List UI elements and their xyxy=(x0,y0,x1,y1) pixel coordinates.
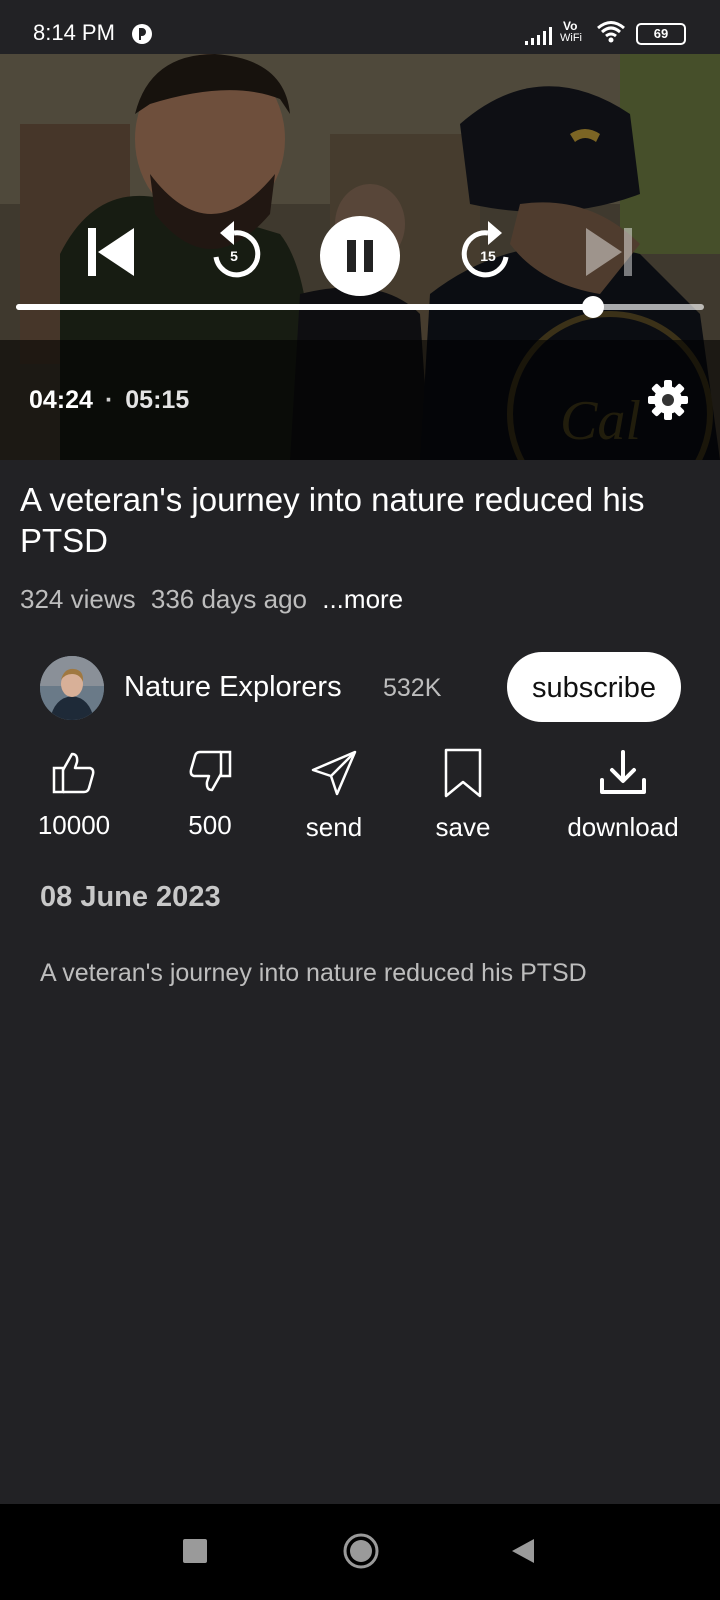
progress-thumb[interactable] xyxy=(581,296,604,318)
channel-avatar-image xyxy=(40,656,104,720)
home-icon[interactable] xyxy=(342,1532,380,1570)
previous-icon[interactable] xyxy=(86,226,138,278)
vowifi-icon: Vo WiFi xyxy=(560,20,590,44)
battery-icon: 69 xyxy=(636,23,686,45)
channel-name[interactable]: Nature Explorers xyxy=(124,671,342,704)
view-count: 324 views xyxy=(20,584,136,614)
thumbs-down-icon xyxy=(189,750,232,792)
recents-icon[interactable] xyxy=(182,1538,208,1564)
video-meta: 324 views 336 days ago ...more xyxy=(20,584,411,615)
save-button[interactable]: save xyxy=(423,748,503,858)
status-time: 8:14 PM xyxy=(33,20,115,45)
pause-icon xyxy=(347,240,373,272)
video-title: A veteran's journey into nature reduced … xyxy=(20,481,645,559)
thumbs-up-icon xyxy=(52,752,95,794)
more-link[interactable]: ...more xyxy=(322,584,403,614)
back-icon[interactable] xyxy=(508,1537,536,1565)
upload-date: 08 June 2023 xyxy=(40,881,221,913)
notification-icon xyxy=(132,24,152,44)
settings-icon[interactable] xyxy=(646,378,690,422)
vowifi-top: Vo xyxy=(563,19,578,33)
rewind-seconds: 5 xyxy=(230,248,238,264)
total-time: 05:15 xyxy=(125,386,190,414)
progress-fill xyxy=(16,304,593,310)
download-button[interactable]: download xyxy=(558,748,688,858)
dislike-button[interactable]: 500 xyxy=(170,748,250,858)
progress-bar[interactable] xyxy=(16,296,704,318)
send-label: send xyxy=(305,812,363,842)
subscribe-button[interactable]: subscribe xyxy=(507,652,681,722)
forward-button[interactable]: 15 xyxy=(458,219,512,283)
navigation-bar xyxy=(0,1504,720,1600)
upload-age: 336 days ago xyxy=(150,584,307,614)
pause-button[interactable] xyxy=(320,216,400,296)
download-label: download xyxy=(567,812,679,842)
rewind-button[interactable]: 5 xyxy=(210,219,264,283)
time-separator: · xyxy=(104,386,114,414)
wifi-icon xyxy=(597,21,625,43)
send-button[interactable]: send xyxy=(294,748,374,858)
status-bar: 8:14 PM Vo WiFi 69 xyxy=(0,0,720,54)
vowifi-bottom: WiFi xyxy=(560,32,582,44)
like-button[interactable]: 10000 xyxy=(34,748,114,858)
video-description: A veteran's journey into nature reduced … xyxy=(40,959,587,987)
save-label: save xyxy=(435,812,491,842)
current-time: 04:24 xyxy=(29,386,93,414)
forward-seconds: 15 xyxy=(480,248,496,264)
like-count: 10000 xyxy=(37,810,111,840)
avatar[interactable] xyxy=(40,656,104,720)
next-icon[interactable] xyxy=(582,226,634,278)
video-player[interactable]: Cal 5 15 04:24·05:15 xyxy=(0,54,720,460)
time-display: 04:24 · 05:15 xyxy=(29,386,189,415)
send-icon xyxy=(311,750,357,796)
signal-icon xyxy=(525,27,552,45)
dislike-count: 500 xyxy=(188,810,232,840)
battery-level: 69 xyxy=(653,26,669,41)
subscriber-count: 532K xyxy=(383,674,442,702)
download-icon xyxy=(600,750,646,794)
bookmark-icon xyxy=(444,748,482,798)
